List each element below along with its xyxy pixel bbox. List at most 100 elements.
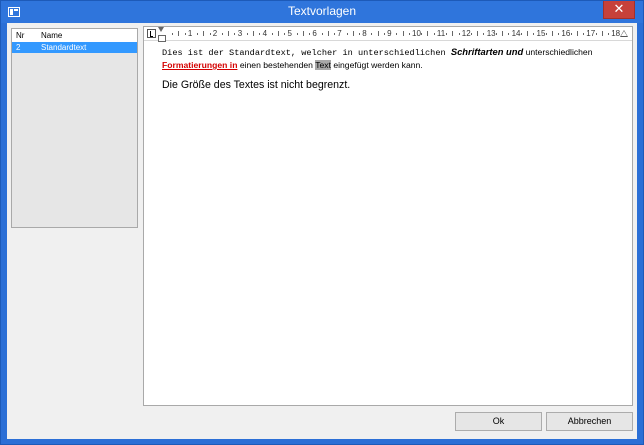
- ruler-quarter-tick: [595, 33, 597, 35]
- ruler-number: 14: [511, 29, 521, 38]
- ruler-quarter-tick: [222, 33, 224, 35]
- ruler-quarter-tick: [508, 33, 510, 35]
- ruler-half-tick: [352, 31, 354, 36]
- ruler-quarter-tick: [458, 33, 460, 35]
- ruler-half-tick: [302, 31, 304, 36]
- ruler-quarter-tick: [558, 33, 560, 35]
- ruler-quarter-tick: [358, 33, 360, 35]
- ruler-quarter-tick: [408, 33, 410, 35]
- ruler-half-tick: [203, 31, 205, 36]
- ruler-quarter-tick: [284, 33, 286, 35]
- column-header-name[interactable]: Name: [41, 31, 62, 40]
- ruler-quarter-tick: [271, 33, 273, 35]
- ruler-quarter-tick: [184, 33, 186, 35]
- paragraph-1: Dies ist der Standardtext, welcher in un…: [162, 46, 630, 71]
- close-button[interactable]: ✕: [603, 1, 635, 19]
- list-item[interactable]: 2 Standardtext: [12, 42, 137, 53]
- ruler-number: 10: [412, 29, 421, 38]
- ruler-quarter-tick: [209, 33, 211, 35]
- ruler-quarter-tick: [259, 33, 261, 35]
- ruler-quarter-tick: [471, 33, 473, 35]
- ruler-quarter-tick: [334, 33, 336, 35]
- ruler-half-tick: [576, 31, 578, 36]
- ruler-quarter-tick: [197, 33, 199, 35]
- ruler-quarter-tick: [309, 33, 311, 35]
- ruler-number: 17: [586, 29, 596, 38]
- ruler-quarter-tick: [583, 33, 585, 35]
- ruler-half-tick: [327, 31, 329, 36]
- ruler-number: 15: [536, 29, 546, 38]
- standard-text-mono: Dies ist der Standardtext, welcher in un…: [162, 48, 451, 58]
- ruler-half-tick: [527, 31, 529, 36]
- ruler-number: 16: [561, 29, 571, 38]
- ruler-quarter-tick: [172, 33, 174, 35]
- bold-italic-text: Schriftarten und: [450, 46, 524, 57]
- window-title: Textvorlagen: [287, 4, 357, 18]
- ruler-quarter-tick: [446, 33, 448, 35]
- ruler-half-tick: [178, 31, 180, 36]
- ruler-quarter-tick: [433, 33, 435, 35]
- highlighted-text: Text: [315, 60, 331, 70]
- ruler-half-tick: [551, 31, 553, 36]
- column-header-nr[interactable]: Nr: [16, 31, 24, 40]
- ruler-half-tick: [477, 31, 479, 36]
- dialog-client-area: Nr Name 2 Standardtext 1 2 3 4 5 6 7 8 9 10 11 12 13…: [7, 23, 637, 439]
- ruler-quarter-tick: [246, 33, 248, 35]
- ruler-half-tick: [601, 31, 603, 36]
- ruler-quarter-tick: [421, 33, 423, 35]
- ruler-number: 5: [287, 29, 292, 38]
- ruler-number: 3: [237, 29, 243, 38]
- list-header: Nr Name: [12, 29, 137, 42]
- ruler-half-tick: [377, 31, 379, 36]
- ruler-quarter-tick: [545, 33, 547, 35]
- ruler-quarter-tick: [346, 33, 348, 35]
- right-indent-marker-icon[interactable]: [620, 30, 628, 37]
- ruler-half-tick: [452, 31, 454, 36]
- ruler-half-tick: [253, 31, 255, 36]
- ok-button[interactable]: Ok: [455, 412, 542, 431]
- list-item-nr: 2: [16, 43, 21, 52]
- ruler-number: 11: [436, 29, 446, 38]
- ruler-quarter-tick: [495, 33, 497, 35]
- ruler-quarter-tick: [570, 33, 572, 35]
- ruler-quarter-tick: [520, 33, 522, 35]
- tab-stop-icon[interactable]: [147, 29, 156, 38]
- ruler-quarter-tick: [296, 33, 298, 35]
- cancel-button[interactable]: Abbrechen: [546, 412, 633, 431]
- ruler-quarter-tick: [396, 33, 398, 35]
- close-icon: ✕: [613, 1, 625, 16]
- dialog-window: Textvorlagen ✕ Nr Name 2 Standardtext 12…: [0, 0, 644, 445]
- plain-text: unterschiedlichen: [523, 47, 593, 57]
- ruler-number: 18: [611, 29, 621, 38]
- template-list[interactable]: Nr Name 2 Standardtext: [11, 28, 138, 228]
- ruler-number: 1: [187, 29, 193, 38]
- editor-content[interactable]: Dies ist der Standardtext, welcher in un…: [162, 46, 630, 91]
- ruler-half-tick: [502, 31, 504, 36]
- ruler-quarter-tick: [533, 33, 535, 35]
- plain-text-2: einen bestehenden: [237, 60, 316, 70]
- ruler-number: 8: [362, 29, 367, 38]
- ruler-number: 9: [387, 29, 392, 38]
- text-editor[interactable]: 1 2 3 4 5 6 7 8 9 10 11 12 13 14 15 16 17 18 Dies ist der…: [143, 26, 633, 406]
- ruler-quarter-tick: [383, 33, 385, 35]
- ruler-quarter-tick: [483, 33, 485, 35]
- ruler-number: 12: [461, 29, 471, 38]
- ruler-number: 6: [312, 29, 317, 38]
- ruler-number: 4: [262, 29, 268, 38]
- indent-marker-icon[interactable]: [158, 27, 166, 42]
- paragraph-2: Die Größe des Textes ist nicht begrenzt.: [162, 79, 351, 91]
- plain-text-3: eingefügt werden kann.: [330, 60, 423, 70]
- ruler-number: 13: [486, 29, 496, 38]
- ruler-track: 1 2 3 4 5 6 7 8 9 10 11 12 13 14 15 16 17 18: [166, 27, 621, 41]
- title-bar[interactable]: Textvorlagen ✕: [1, 1, 643, 23]
- ruler-half-tick: [402, 31, 404, 36]
- ruler-half-tick: [278, 31, 280, 36]
- ruler[interactable]: 1 2 3 4 5 6 7 8 9 10 11 12 13 14 15 16 17 18: [144, 27, 632, 42]
- list-item-name: Standardtext: [41, 43, 87, 52]
- ruler-number: 2: [212, 29, 218, 38]
- red-formatted-text: Formatierungen in: [162, 60, 238, 70]
- ruler-quarter-tick: [371, 33, 373, 35]
- ruler-quarter-tick: [234, 33, 236, 35]
- ruler-number: 7: [337, 29, 342, 38]
- ruler-half-tick: [427, 31, 429, 36]
